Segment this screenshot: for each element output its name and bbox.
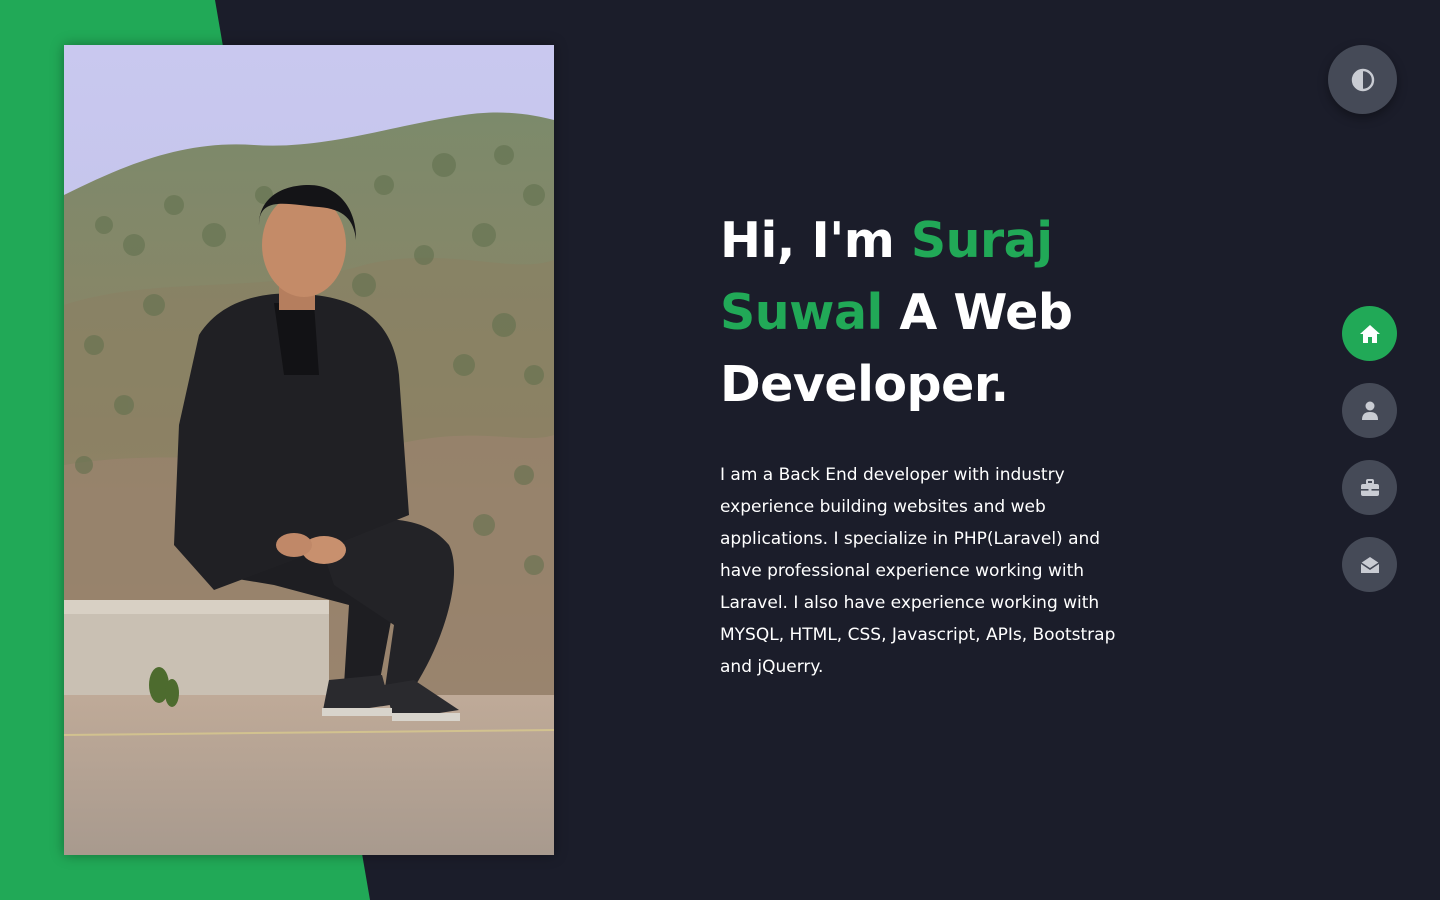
theme-toggle-button[interactable] — [1328, 45, 1397, 114]
hero-role-line2: Developer. — [720, 356, 1009, 413]
hero-greeting: Hi, I'm — [720, 212, 911, 269]
home-icon — [1359, 324, 1380, 343]
profile-photo-illustration — [64, 45, 554, 855]
hero-role: A Web — [882, 284, 1073, 341]
side-nav — [1342, 306, 1397, 614]
nav-contact-button[interactable] — [1342, 537, 1397, 592]
profile-photo — [64, 45, 554, 855]
contrast-icon — [1351, 68, 1374, 91]
hero-name-last: Suwal — [720, 284, 883, 341]
page: Hi, I'm Suraj Suwal A Web Developer. I a… — [0, 0, 1440, 900]
user-icon — [1361, 401, 1378, 420]
briefcase-icon — [1360, 478, 1379, 496]
nav-home-button[interactable] — [1342, 306, 1397, 361]
hero-description: I am a Back End developer with industry … — [720, 465, 1116, 677]
hero-name-first: Suraj — [910, 212, 1053, 269]
hero-section: Hi, I'm Suraj Suwal A Web Developer. I a… — [720, 205, 1140, 683]
nav-about-button[interactable] — [1342, 383, 1397, 438]
nav-portfolio-button[interactable] — [1342, 460, 1397, 515]
envelope-open-icon — [1360, 556, 1379, 573]
hero-heading: Hi, I'm Suraj Suwal A Web Developer. — [720, 205, 1140, 421]
